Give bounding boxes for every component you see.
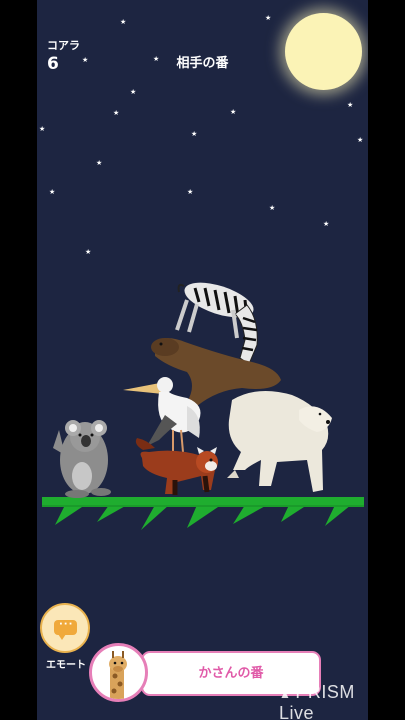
ellipsis-icon: ··· xyxy=(59,619,74,630)
emote-label: エモート xyxy=(46,660,86,671)
polar-bear[interactable] xyxy=(227,391,332,492)
prism-logo-icon: ▲ xyxy=(279,687,292,701)
koala[interactable] xyxy=(53,420,111,498)
animal-stack-scene xyxy=(42,282,364,530)
opponent-avatar xyxy=(89,643,148,702)
red-panda[interactable] xyxy=(135,438,218,495)
giraffe-icon xyxy=(109,651,127,699)
game-screen: ★ ★ ★ ★ ★ ★ ★ ★ ★ ★ ★ ★ ★ ★ ★ ★ ★ ★ コアラ … xyxy=(37,0,368,720)
grass-platform xyxy=(42,497,364,530)
watermark: ▲ PRISM Live xyxy=(279,682,368,720)
emote-button[interactable]: ··· xyxy=(40,603,90,653)
pelican[interactable] xyxy=(123,377,201,453)
